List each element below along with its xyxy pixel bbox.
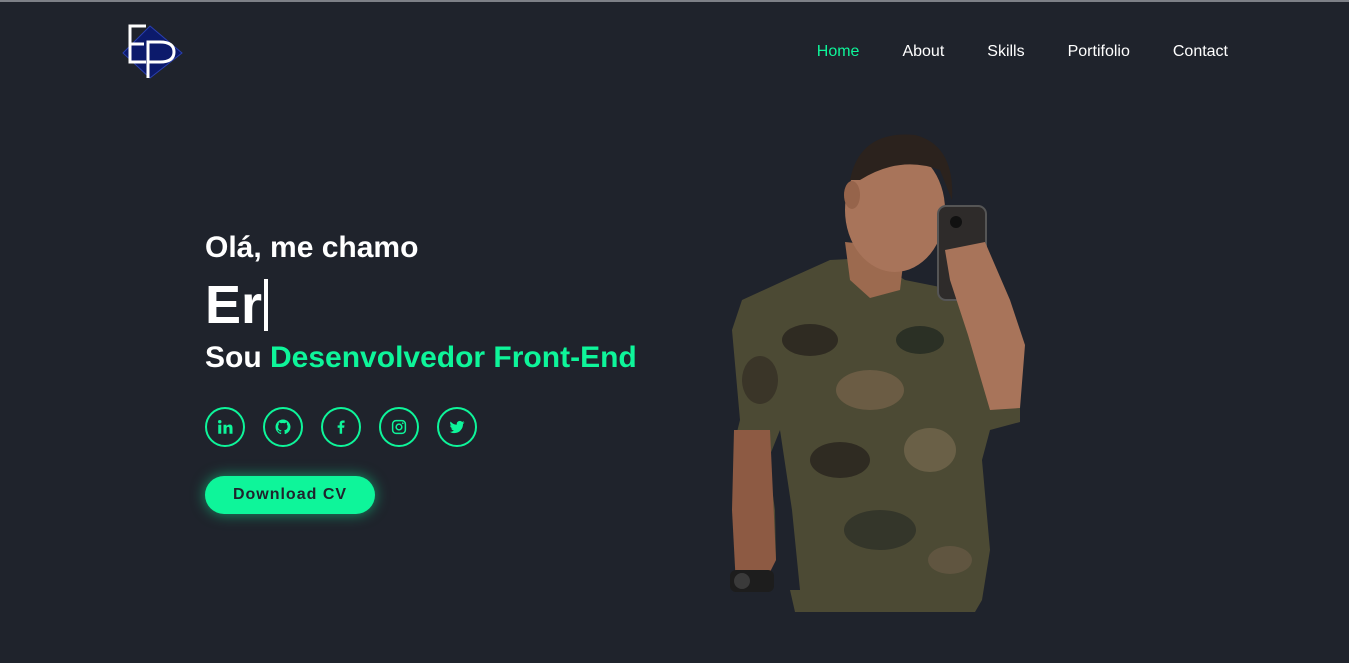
- twitter-icon[interactable]: [437, 407, 477, 447]
- profile-photo: [720, 130, 1040, 612]
- nav-portfolio[interactable]: Portifolio: [1068, 42, 1130, 62]
- main-nav: Home About Skills Portifolio Contact: [817, 42, 1228, 62]
- top-border: [0, 0, 1349, 2]
- ep-logo-icon[interactable]: [120, 20, 190, 84]
- nav-contact[interactable]: Contact: [1173, 42, 1228, 62]
- hero-intro: Olá, me chamo Er Sou Desenvolvedor Front…: [205, 228, 705, 376]
- instagram-icon[interactable]: [379, 407, 419, 447]
- hero-greeting: Olá, me chamo: [205, 231, 419, 264]
- role-highlight: Desenvolvedor Front-End: [270, 341, 637, 374]
- hero-name: Er: [205, 275, 263, 335]
- social-links: [205, 407, 477, 447]
- hero-name-line: Er: [205, 274, 705, 336]
- download-cv-button[interactable]: Download CV: [205, 476, 375, 514]
- nav-skills[interactable]: Skills: [987, 42, 1024, 62]
- nav-home[interactable]: Home: [817, 42, 860, 62]
- nav-about[interactable]: About: [902, 42, 944, 62]
- typing-caret: [264, 279, 269, 331]
- hero-role: Sou Desenvolvedor Front-End: [205, 340, 705, 376]
- linkedin-icon[interactable]: [205, 407, 245, 447]
- github-icon[interactable]: [263, 407, 303, 447]
- role-prefix: Sou: [205, 341, 262, 374]
- facebook-icon[interactable]: [321, 407, 361, 447]
